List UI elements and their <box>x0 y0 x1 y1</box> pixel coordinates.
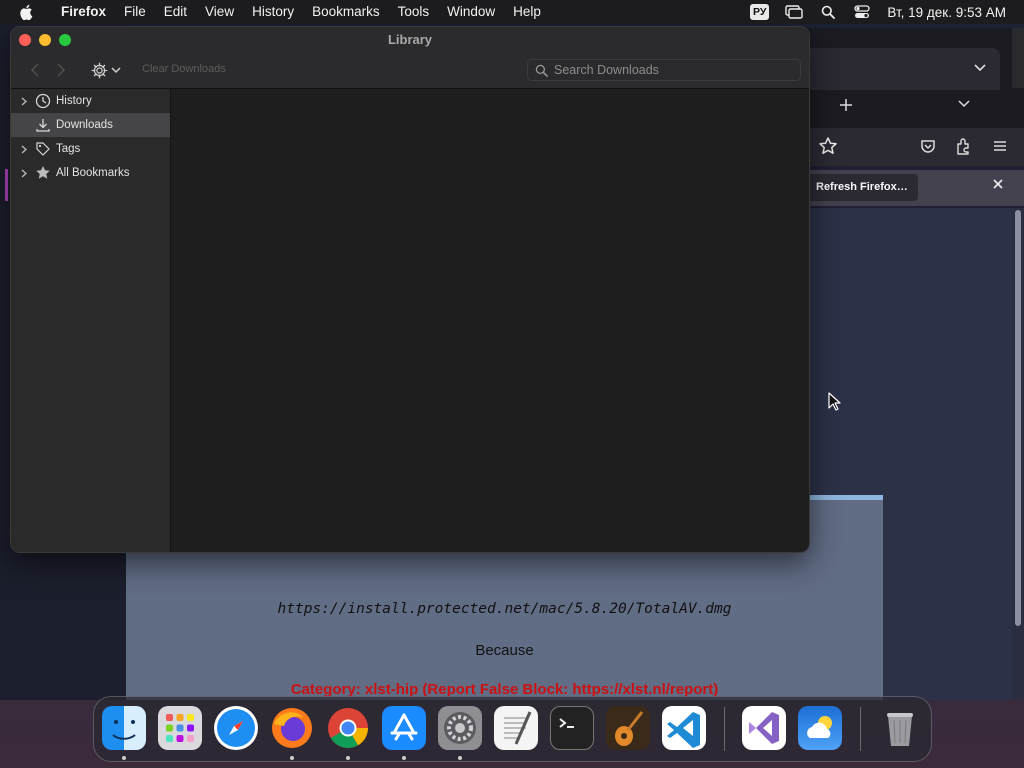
clear-downloads-button[interactable]: Clear Downloads <box>142 63 226 75</box>
list-all-tabs-icon[interactable] <box>958 100 970 108</box>
menu-window[interactable]: Window <box>438 0 504 24</box>
back-arrow-icon[interactable] <box>27 61 45 79</box>
sidebar-item-label: All Bookmarks <box>56 167 130 179</box>
sidebar-item-tags[interactable]: Tags <box>11 137 170 161</box>
library-title: Library <box>387 32 433 47</box>
dock-chrome-icon[interactable] <box>326 706 370 750</box>
organize-menu-button[interactable] <box>91 60 127 80</box>
menu-history[interactable]: History <box>243 0 303 24</box>
window-edge-accent <box>5 169 8 201</box>
running-indicator <box>290 756 294 760</box>
browser-top-scrollbar <box>1012 28 1024 88</box>
spotlight-search-icon[interactable] <box>819 4 837 20</box>
expand-chevron-icon[interactable] <box>19 97 29 106</box>
menu-bar: Firefox File Edit View History Bookmarks… <box>0 0 1024 24</box>
blocked-url: https://install.protected.net/mac/5.8.20… <box>277 601 732 617</box>
forward-arrow-icon[interactable] <box>51 61 69 79</box>
menu-file[interactable]: File <box>115 0 155 24</box>
sidebar-item-all-bookmarks[interactable]: All Bookmarks <box>11 161 170 185</box>
running-indicator <box>122 756 126 760</box>
expand-chevron-icon[interactable] <box>19 169 29 178</box>
tab-list-chevron-icon[interactable] <box>974 64 986 72</box>
sidebar-item-label: Downloads <box>56 119 113 131</box>
new-tab-plus-icon[interactable] <box>839 98 853 112</box>
running-indicator <box>402 756 406 760</box>
download-icon <box>35 117 51 133</box>
dock-finder-icon[interactable] <box>102 706 146 750</box>
refresh-firefox-button[interactable]: Refresh Firefox… <box>806 174 918 201</box>
dock-trash-icon[interactable] <box>878 706 922 750</box>
library-titlebar: Library Clear Downloads <box>11 27 809 89</box>
menu-bookmarks[interactable]: Bookmarks <box>303 0 389 24</box>
menu-help[interactable]: Help <box>504 0 550 24</box>
library-sidebar: History Downloads Tags All Bookmarks <box>11 89 171 552</box>
menu-tools[interactable]: Tools <box>389 0 439 24</box>
dock-app-store-icon[interactable] <box>382 706 426 750</box>
library-window: Library Clear Downloads History <box>10 26 810 553</box>
dock-separator <box>724 707 725 751</box>
dock-terminal-icon[interactable] <box>550 706 594 750</box>
search-icon <box>535 64 548 77</box>
bookmark-star-icon[interactable] <box>818 136 838 156</box>
chevron-down-icon <box>111 66 121 73</box>
card-accent-bar <box>810 495 883 500</box>
input-source-indicator[interactable]: РУ <box>750 4 770 20</box>
running-indicator <box>346 756 350 760</box>
running-indicator <box>458 756 462 760</box>
gear-icon <box>91 62 108 78</box>
dock-firefox-icon[interactable] <box>270 706 314 750</box>
downloads-list-pane[interactable] <box>171 89 809 552</box>
sidebar-item-label: Tags <box>56 143 81 155</box>
clock-icon <box>35 93 51 109</box>
control-center-icon[interactable] <box>853 4 871 20</box>
sidebar-item-downloads[interactable]: Downloads <box>11 113 170 137</box>
dock-system-settings-icon[interactable] <box>438 706 482 750</box>
dock-separator <box>860 707 861 751</box>
menu-app-firefox[interactable]: Firefox <box>52 0 115 24</box>
search-downloads-box[interactable] <box>527 59 801 81</box>
search-downloads-input[interactable] <box>554 61 794 79</box>
dock-vscode-icon[interactable] <box>662 706 706 750</box>
dock-weather-icon[interactable] <box>798 706 842 750</box>
page-scrollbar-thumb[interactable] <box>1015 210 1021 626</box>
tag-icon <box>35 141 51 157</box>
pocket-icon[interactable] <box>918 136 938 156</box>
dock-textedit-icon[interactable] <box>494 706 538 750</box>
dock-visual-studio-icon[interactable] <box>742 706 786 750</box>
sidebar-item-history[interactable]: History <box>11 89 170 113</box>
star-icon <box>35 165 51 181</box>
notification-close-icon[interactable] <box>992 178 1004 190</box>
hamburger-menu-icon[interactable] <box>990 136 1010 156</box>
menu-view[interactable]: View <box>196 0 243 24</box>
apple-menu-icon[interactable] <box>18 3 36 21</box>
menu-edit[interactable]: Edit <box>155 0 196 24</box>
because-label: Because <box>475 642 534 659</box>
sidebar-item-label: History <box>56 95 92 107</box>
dock-garageband-icon[interactable] <box>606 706 650 750</box>
dock <box>93 696 932 762</box>
browser-tab[interactable] <box>800 48 1000 92</box>
expand-chevron-icon[interactable] <box>19 145 29 154</box>
dock-launchpad-icon[interactable] <box>158 706 202 750</box>
screen-mirroring-icon[interactable] <box>785 4 804 20</box>
menu-bar-clock[interactable]: Вт, 19 дек. 9:53 AM <box>887 5 1006 20</box>
mouse-cursor-icon <box>828 392 841 411</box>
dock-safari-icon[interactable] <box>214 706 258 750</box>
extensions-icon[interactable] <box>954 136 974 156</box>
